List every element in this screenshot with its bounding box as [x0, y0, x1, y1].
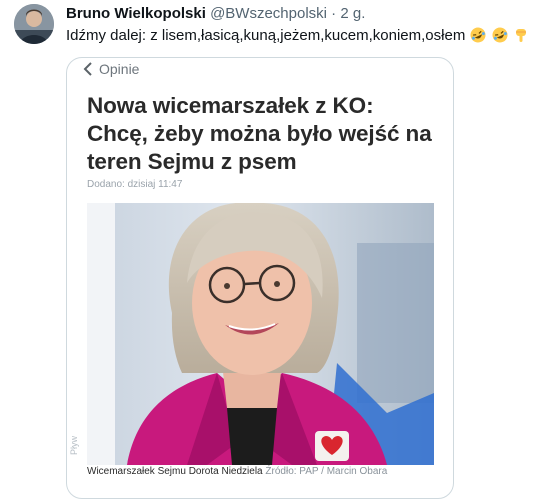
avatar[interactable]: [14, 4, 54, 44]
chevron-left-icon: [83, 62, 92, 76]
caption-source: Źródło: PAP / Marcin Obara: [265, 466, 388, 477]
author-name[interactable]: Bruno Wielkopolski: [66, 5, 206, 22]
rofl-emoji-icon: [492, 27, 508, 43]
article-photo: [87, 203, 434, 465]
rofl-emoji-icon: [470, 27, 486, 43]
caption-text: Wicemarszałek Sejmu Dorota Niedziela: [87, 466, 263, 477]
photo-caption: Wicemarszałek Sejmu Dorota Niedziela Źró…: [87, 466, 387, 477]
watermark: Pływ: [69, 436, 79, 456]
tweet-header: Bruno Wielkopolski @BWszechpolski · 2 g.: [66, 5, 365, 23]
author-handle[interactable]: @BWszechpolski: [210, 5, 327, 22]
tweet-text: Idźmy dalej: z lisem,łasicą,kuną,jeżem,k…: [66, 27, 529, 45]
back-label: Opinie: [99, 61, 140, 77]
tweet-body: Idźmy dalej: z lisem,łasicą,kuną,jeżem,k…: [66, 27, 466, 44]
back-link: Opinie: [83, 61, 139, 77]
article-date: Dodano: dzisiaj 11:47: [87, 179, 183, 190]
article-headline: Nowa wicemarszałek z KO: Chcę, żeby możn…: [87, 93, 432, 174]
attached-image[interactable]: Opinie Nowa wicemarszałek z KO: Chcę, że…: [66, 57, 454, 499]
pointing-down-emoji-icon: [515, 29, 526, 42]
tweet-time[interactable]: 2 g.: [340, 5, 365, 22]
separator: ·: [331, 5, 337, 22]
